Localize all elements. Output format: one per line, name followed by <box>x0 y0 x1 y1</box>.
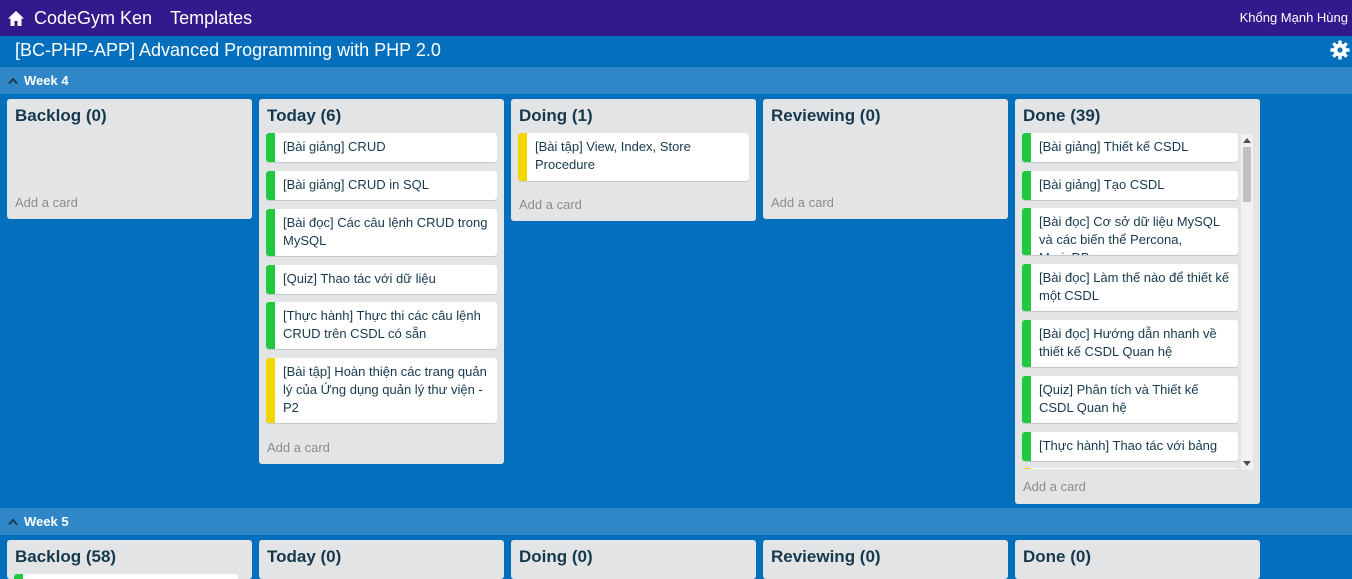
list-title: Reviewing (0) <box>771 547 881 566</box>
gear-icon[interactable] <box>1330 40 1350 60</box>
list-title: Backlog (0) <box>15 106 107 125</box>
card-title: [Bài tập] Hoàn thiện các trang quản lý c… <box>283 364 487 415</box>
card[interactable] <box>14 574 238 579</box>
card-label-green <box>266 302 275 349</box>
list-done: Done (39) [Bài giảng] Thiết kế CSDL [Bài… <box>1015 99 1260 504</box>
card-label-yellow <box>266 358 275 423</box>
card-label-green <box>266 133 275 162</box>
list-today: Today (0) <box>259 540 504 579</box>
card[interactable]: [Bài tập] View, Index, Store Procedure <box>518 133 749 181</box>
card-title: [Bài đọc] Làm thế nào để thiết kế một CS… <box>1039 270 1230 303</box>
card[interactable]: [Bài giảng] CRUD in SQL <box>266 171 497 200</box>
scroll-up-icon[interactable] <box>1243 138 1251 143</box>
card[interactable]: [Bài tập] Hoàn thiện các trang quản lý c… <box>266 358 497 423</box>
card-title: [Bài giảng] Thiết kế CSDL <box>1039 139 1189 154</box>
scrollbar[interactable] <box>1241 134 1253 470</box>
card[interactable]: [Bài giảng] CRUD <box>266 133 497 162</box>
card-title: [Thực hành] Thao tác với bảng <box>1039 438 1218 453</box>
card[interactable]: [Bài giảng] Tạo CSDL <box>1022 171 1238 200</box>
card-label-green <box>1022 133 1031 162</box>
add-card-button[interactable]: Add a card <box>519 197 582 212</box>
add-card-button[interactable]: Add a card <box>1023 479 1086 494</box>
card-scroll-area[interactable]: [Bài giảng] Thiết kế CSDL [Bài giảng] Tạ… <box>1015 133 1246 469</box>
list-title: Backlog (58) <box>15 547 117 566</box>
card-label-green <box>266 171 275 200</box>
card[interactable]: [Thực hành] Thao tác với bảng <box>1022 432 1238 461</box>
card-title: [Bài giảng] CRUD in SQL <box>283 177 429 192</box>
scroll-down-icon[interactable] <box>1243 461 1251 466</box>
card-label-green <box>1022 264 1031 311</box>
card-label-green <box>1022 171 1031 200</box>
chevron-up-icon[interactable] <box>8 76 18 86</box>
list-title: Reviewing (0) <box>771 106 881 125</box>
card[interactable]: [Bài đọc] Các câu lệnh CRUD trong MySQL <box>266 209 497 256</box>
list-title: Today (6) <box>267 106 342 125</box>
list-title: Doing (0) <box>519 547 593 566</box>
card-title: [Bài giảng] CRUD <box>283 139 386 154</box>
card-label-green <box>1022 432 1031 461</box>
card-title: [Bài đọc] Cơ sở dữ liệu MySQL và các biế… <box>1039 214 1220 255</box>
add-card-button[interactable]: Add a card <box>771 195 834 210</box>
list-title: Done (39) <box>1023 106 1101 125</box>
brand-link[interactable]: CodeGym Ken <box>34 8 152 29</box>
card[interactable]: [Quiz] Phân tích và Thiết kế CSDL Quan h… <box>1022 376 1238 423</box>
card[interactable]: [Thực hành] Thực thi các câu lệnh CRUD t… <box>266 302 497 349</box>
scrollbar-thumb[interactable] <box>1243 147 1251 202</box>
templates-link[interactable]: Templates <box>170 8 252 29</box>
board-header: [BC-PHP-APP] Advanced Programming with P… <box>0 36 1352 67</box>
card-label-green <box>266 265 275 294</box>
card[interactable]: [Bài đọc] Cơ sở dữ liệu MySQL và các biế… <box>1022 208 1238 255</box>
card-title: [Bài đọc] Hướng dẫn nhanh về thiết kế CS… <box>1039 326 1217 359</box>
list-title: Today (0) <box>267 547 342 566</box>
chevron-up-icon[interactable] <box>8 517 18 527</box>
card-title: [Quiz] Phân tích và Thiết kế CSDL Quan h… <box>1039 382 1199 415</box>
list-reviewing: Reviewing (0) <box>763 540 1008 579</box>
week-label: Week 4 <box>24 73 69 88</box>
list-reviewing: Reviewing (0) Add a card <box>763 99 1008 219</box>
card-label-green <box>1022 208 1031 255</box>
list-title: Done (0) <box>1023 547 1091 566</box>
card[interactable] <box>1022 468 1238 469</box>
card-title: [Quiz] Thao tác với dữ liệu <box>283 271 436 286</box>
card[interactable]: [Bài giảng] Thiết kế CSDL <box>1022 133 1238 162</box>
user-menu[interactable]: Khổng Mạnh Hùng <box>1240 10 1348 25</box>
card[interactable]: [Bài đọc] Làm thế nào để thiết kế một CS… <box>1022 264 1238 311</box>
card[interactable]: [Quiz] Thao tác với dữ liệu <box>266 265 497 294</box>
card-title: [Bài đọc] Các câu lệnh CRUD trong MySQL <box>283 215 488 248</box>
card-label-green <box>1022 376 1031 423</box>
card[interactable]: [Bài đọc] Hướng dẫn nhanh về thiết kế CS… <box>1022 320 1238 367</box>
week-header[interactable]: Week 4 <box>0 67 1352 94</box>
add-card-button[interactable]: Add a card <box>15 195 78 210</box>
card-title: [Bài giảng] Tạo CSDL <box>1039 177 1165 192</box>
card-label-green <box>266 209 275 256</box>
card-label-green <box>1022 320 1031 367</box>
board-title: [BC-PHP-APP] Advanced Programming with P… <box>15 40 441 60</box>
top-nav: CodeGym Ken Templates Khổng Mạnh Hùng <box>0 0 1352 36</box>
list-doing: Doing (1) [Bài tập] View, Index, Store P… <box>511 99 756 221</box>
card-title: [Thực hành] Thực thi các câu lệnh CRUD t… <box>283 308 481 341</box>
card-label-yellow <box>1022 468 1031 469</box>
home-icon[interactable] <box>5 8 27 28</box>
week-label: Week 5 <box>24 514 69 529</box>
list-backlog: Backlog (0) Add a card <box>7 99 252 219</box>
card-label-yellow <box>518 133 527 181</box>
list-title: Doing (1) <box>519 106 593 125</box>
week-header[interactable]: Week 5 <box>0 508 1352 535</box>
list-today: Today (6) [Bài giảng] CRUD [Bài giảng] C… <box>259 99 504 464</box>
add-card-button[interactable]: Add a card <box>267 440 330 455</box>
list-doing: Doing (0) <box>511 540 756 579</box>
list-done: Done (0) <box>1015 540 1260 579</box>
list-backlog: Backlog (58) <box>7 540 252 579</box>
card-title: [Bài tập] View, Index, Store Procedure <box>535 139 691 172</box>
